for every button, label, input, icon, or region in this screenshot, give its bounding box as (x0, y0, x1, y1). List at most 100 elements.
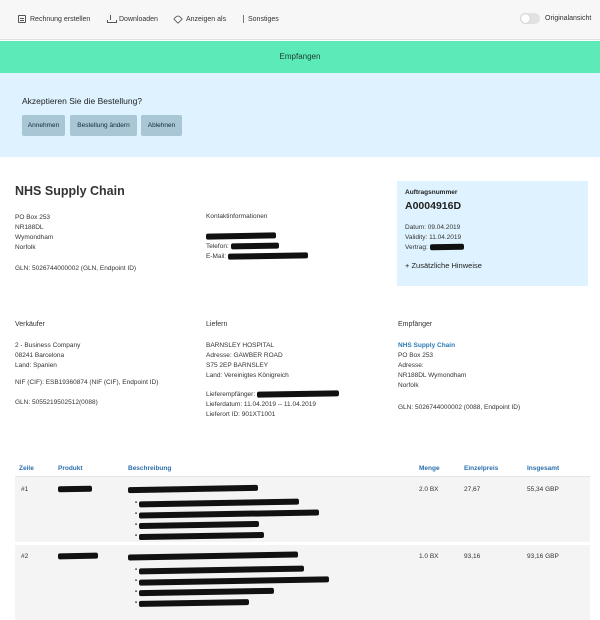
row-detail-item: • (135, 520, 259, 530)
row-detail-item: • (135, 565, 304, 575)
redacted-description (127, 551, 299, 561)
row-unit-price: 93,16 (464, 553, 481, 560)
seller-title: Verkäufer (15, 321, 45, 328)
original-view-toggle[interactable] (520, 13, 540, 24)
download-label: Downloaden (119, 15, 158, 23)
receiver-title: Empfänger (398, 321, 433, 328)
redacted-phone (230, 242, 279, 250)
reject-button[interactable]: Ablehnen (141, 115, 182, 136)
col-header-produkt: Produkt (58, 465, 83, 472)
accept-button[interactable]: Annehmen (22, 115, 65, 136)
row-number: #2 (21, 553, 29, 560)
col-header-gesamt: Insgesamt (527, 465, 560, 472)
redacted-detail (138, 576, 329, 586)
col-header-einzelpreis: Einzelpreis (464, 465, 499, 472)
redacted-contract (429, 243, 464, 251)
contact-title: Kontaktinformationen (206, 213, 268, 220)
seller-line: 08241 Barcelona (15, 352, 65, 359)
delivery-line: BARNSLEY HOSPITAL (206, 342, 275, 349)
row-product (57, 552, 99, 560)
row-product (57, 485, 93, 493)
delivery-date: Lieferdatum: 11.04.2019 -- 11.04.2019 (206, 401, 316, 408)
delivery-line: Adresse: GAWBER ROAD (206, 352, 283, 359)
row-unit-price: 27,67 (464, 486, 481, 493)
receiver-line: Adresse: (398, 361, 466, 371)
accept-question: Akzeptieren Sie die Bestellung? (22, 96, 143, 106)
order-contract: Vertrag: (405, 243, 464, 251)
change-order-button[interactable]: Bestellung ändern (70, 115, 137, 136)
view-as-button[interactable]: Anzeigen als (173, 14, 227, 24)
redacted-detail (138, 498, 299, 508)
row-detail-item: • (135, 576, 329, 586)
order-number: A0004916D (405, 200, 462, 212)
sender-address-line: NR188DL (15, 224, 44, 231)
misc-button[interactable]: Sonstiges (243, 15, 279, 23)
contact-phone: Telefon: (206, 242, 279, 252)
sender-address: PO Box 253 NR188DL Wymondham Norfolk (15, 213, 53, 253)
receiver-city: NR188DL Wymondham (398, 372, 467, 379)
sender-gln: GLN: 5026744000002 (GLN, Endpoint ID) (15, 265, 137, 272)
status-banner: Empfangen (0, 41, 600, 73)
col-header-menge: Menge (419, 465, 440, 472)
recipient-label: Lieferempfänger: (206, 391, 256, 398)
order-number-label: Auftragsnummer (405, 189, 458, 196)
receiver-name-link[interactable]: NHS Supply Chain (398, 341, 466, 351)
seller-address: 2 - Business Company 08241 Barcelona Lan… (15, 341, 80, 371)
email-label: E-Mail: (206, 253, 227, 260)
receiver-address: NHS Supply Chain PO Box 253 Adresse: NR1… (398, 341, 466, 391)
delivery-location: Lieferort ID: 901XT1001 (206, 411, 276, 418)
redacted-detail (138, 599, 249, 607)
receiver-address-label: Adresse: (398, 362, 424, 369)
additional-notes-link[interactable]: + Zusätzliche Hinweise (405, 261, 482, 270)
phone-label: Telefon: (206, 243, 229, 250)
document-icon (18, 15, 26, 23)
sender-address-line: PO Box 253 (15, 214, 51, 221)
receiver-gln: GLN: 5026744000002 (0088, Endpoint ID) (398, 404, 521, 411)
redacted-detail (138, 509, 319, 519)
view-as-label: Anzeigen als (186, 15, 227, 23)
row-detail-item: • (135, 599, 249, 607)
contact-name (205, 232, 277, 242)
row-detail-item: • (135, 498, 299, 508)
redacted-description (127, 485, 259, 494)
receiver-line: Norfolk (398, 382, 419, 389)
redacted-email (228, 252, 309, 260)
row-quantity: 1.0 BX (419, 553, 439, 560)
row-number: #1 (21, 486, 29, 493)
redacted-detail (138, 565, 304, 575)
col-header-zeile: Zeile (19, 465, 34, 472)
redacted-recipient (256, 390, 339, 398)
delivery-line: S75 2EP BARNSLEY (206, 362, 269, 369)
contract-label: Vertrag: (405, 244, 428, 251)
download-button[interactable]: Downloaden (107, 15, 158, 23)
row-quantity: 2.0 BX (419, 486, 439, 493)
redacted-detail (138, 531, 264, 541)
sender-name: NHS Supply Chain (15, 184, 125, 198)
original-view-label: Originalansicht (545, 15, 592, 22)
redacted-name (205, 232, 277, 240)
create-invoice-button[interactable]: Rechnung erstellen (18, 15, 90, 23)
delivery-title: Liefern (206, 321, 228, 328)
receiver-line: PO Box 253 (398, 352, 434, 359)
redacted-product (57, 485, 93, 493)
row-total: 55,34 GBP (527, 486, 559, 493)
redacted-detail (138, 587, 274, 597)
seller-nif: NIF (CIF): ESB19360874 (NIF (CIF), Endpo… (15, 379, 159, 386)
receiver-line: NR188DL Wymondham (398, 371, 466, 381)
row-detail-item: • (135, 509, 319, 519)
order-validity: Validity: 11.04.2019 (405, 234, 462, 241)
sender-address-line: Wymondham (15, 234, 54, 241)
row-detail-item: • (135, 531, 264, 541)
sender-address-line: Norfolk (15, 244, 36, 251)
tag-icon (173, 14, 183, 24)
delivery-line: Land: Vereinigtes Königreich (206, 372, 289, 379)
order-date: Datum: 09.04.2019 (405, 224, 461, 231)
delivery-address: BARNSLEY HOSPITAL Adresse: GAWBER ROAD S… (206, 341, 289, 381)
misc-label: Sonstiges (248, 15, 279, 23)
row-detail-item: • (135, 587, 274, 597)
row-description (127, 551, 299, 561)
more-icon (243, 15, 244, 23)
delivery-recipient: Lieferempfänger: (206, 390, 339, 400)
col-header-beschreibung: Beschreibung (128, 465, 172, 472)
download-icon (107, 15, 117, 23)
